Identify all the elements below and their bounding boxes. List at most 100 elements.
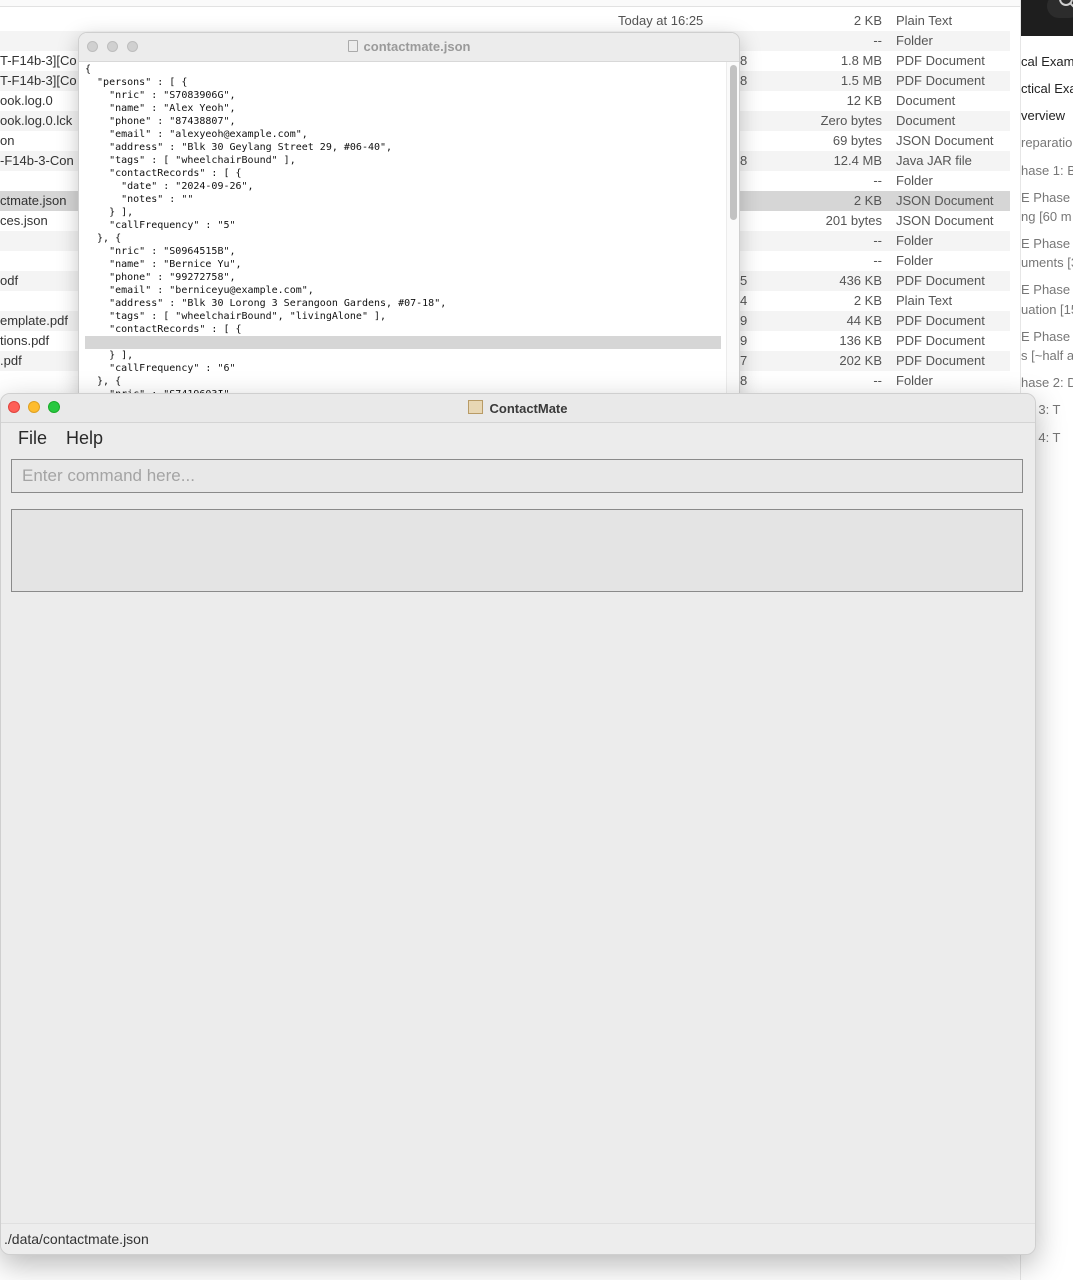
- file-kind: Folder: [896, 253, 933, 268]
- file-kind: Document: [896, 113, 956, 128]
- code-line: {: [85, 64, 92, 75]
- code-line: "tags" : [ "wheelchairBound", "livingAlo…: [85, 311, 387, 322]
- outline-item[interactable]: s [~half a: [1021, 348, 1073, 363]
- code-line: "email" : "alexyeoh@example.com",: [85, 129, 308, 140]
- scrollbar-thumb[interactable]: [730, 65, 737, 220]
- code-line: "callFrequency" : "5": [85, 220, 236, 231]
- code-line: "address" : "Blk 30 Lorong 3 Serangoon G…: [85, 298, 447, 309]
- file-size: 202 KB: [839, 353, 882, 368]
- code-line: [85, 336, 721, 349]
- file-date-fragment: 5: [740, 273, 748, 288]
- code-line: } ],: [85, 350, 134, 361]
- search-button[interactable]: [1047, 0, 1073, 18]
- file-size: 201 bytes: [825, 213, 882, 228]
- code-line: "nric" : "S7083906G",: [85, 90, 236, 101]
- file-date-fragment: 9: [740, 313, 748, 328]
- file-date-fragment: 8: [740, 73, 748, 88]
- outline-item[interactable]: E Phase 1: [1021, 329, 1073, 344]
- file-name: ces.json: [0, 213, 48, 228]
- file-row[interactable]: Today at 16:25 2 KB Plain Text: [0, 11, 1010, 31]
- file-kind: Folder: [896, 173, 933, 188]
- code-line: "nric" : "S0964515B",: [85, 246, 236, 257]
- outline-item[interactable]: hase 1: B: [1021, 163, 1073, 178]
- file-name: T-F14b-3][Co: [0, 53, 77, 68]
- code-line: "name" : "Bernice Yu",: [85, 259, 242, 270]
- file-size: --: [873, 253, 882, 268]
- code-line: "date" : "2024-09-26",: [85, 181, 254, 192]
- file-kind: PDF Document: [896, 353, 985, 368]
- finder-header-strip: [0, 0, 1020, 7]
- file-name: ook.log.0: [0, 93, 53, 108]
- menu-help[interactable]: Help: [66, 428, 103, 449]
- file-kind: Folder: [896, 33, 933, 48]
- file-name: tions.pdf: [0, 333, 50, 348]
- result-display: [11, 509, 1023, 592]
- file-kind: JSON Document: [896, 213, 994, 228]
- file-size: 1.5 MB: [840, 73, 882, 88]
- file-kind: Folder: [896, 233, 933, 248]
- file-kind: PDF Document: [896, 313, 985, 328]
- file-date-fragment: 8: [740, 153, 748, 168]
- outline-item[interactable]: hase 2: D: [1021, 375, 1073, 390]
- file-name: .pdf: [0, 353, 22, 368]
- code-line: "phone" : "99272758",: [85, 272, 236, 283]
- menu-bar: File Help: [1, 423, 1035, 453]
- code-line: "persons" : [ {: [85, 77, 188, 88]
- outline-item[interactable]: ng [60 m: [1021, 209, 1073, 224]
- document-icon: [347, 40, 358, 52]
- outline-item[interactable]: E Phase 1: [1021, 282, 1073, 297]
- file-size: --: [873, 173, 882, 188]
- contactmate-window: ContactMate File Help ./data/contactmate…: [0, 393, 1036, 1255]
- code-line: }, {: [85, 233, 122, 244]
- file-size: 12 KB: [846, 93, 882, 108]
- outline-item[interactable]: E Phase 1: [1021, 236, 1073, 251]
- code-line: "contactRecords" : [ {: [85, 324, 242, 335]
- menu-file[interactable]: File: [18, 428, 47, 449]
- side-pane-toolbar: [1021, 0, 1073, 36]
- file-kind: Folder: [896, 373, 933, 388]
- window-title: ContactMate: [1, 400, 1035, 416]
- file-size: Zero bytes: [820, 113, 882, 128]
- file-size: --: [873, 33, 882, 48]
- file-name: ook.log.0.lck: [0, 113, 73, 128]
- file-size: 1.8 MB: [840, 53, 882, 68]
- outline-item[interactable]: ctical Exa: [1021, 81, 1073, 96]
- file-name: -F14b-3-Con: [0, 153, 74, 168]
- contactmate-titlebar[interactable]: ContactMate: [1, 394, 1035, 423]
- outline-item[interactable]: reparatio: [1021, 135, 1073, 150]
- json-text-content[interactable]: { "persons" : [ { "nric" : "S7083906G", …: [85, 63, 725, 399]
- file-kind: Java JAR file: [896, 153, 972, 168]
- file-name: T-F14b-3][Co: [0, 73, 77, 88]
- outline-item[interactable]: verview: [1021, 108, 1073, 123]
- file-size: 2 KB: [853, 293, 882, 308]
- file-date-fragment: 8: [740, 373, 748, 388]
- file-size: 12.4 MB: [833, 153, 882, 168]
- outline-item[interactable]: uments [3: [1021, 255, 1073, 270]
- json-window-title-text: contactmate.json: [363, 39, 471, 54]
- outline-item[interactable]: E Phase 1: [1021, 190, 1073, 205]
- command-input[interactable]: [11, 459, 1023, 493]
- file-kind: PDF Document: [896, 53, 985, 68]
- file-kind: PDF Document: [896, 73, 985, 88]
- file-kind: Plain Text: [896, 293, 953, 308]
- file-name: odf: [0, 273, 19, 288]
- status-bar: ./data/contactmate.json: [1, 1223, 1035, 1254]
- file-size: --: [873, 373, 882, 388]
- outline-item[interactable]: uation [15: [1021, 302, 1073, 317]
- file-kind: Plain Text: [896, 13, 953, 28]
- file-kind: PDF Document: [896, 333, 985, 348]
- file-kind: Document: [896, 93, 956, 108]
- code-line: "name" : "Alex Yeoh",: [85, 103, 236, 114]
- code-line: "tags" : [ "wheelchairBound" ],: [85, 155, 296, 166]
- code-line: "notes" : "": [85, 194, 194, 205]
- file-size: 436 KB: [839, 273, 882, 288]
- outline-item[interactable]: cal Exam: [1021, 54, 1073, 69]
- file-size: 2 KB: [853, 13, 882, 28]
- code-line: "phone" : "87438807",: [85, 116, 236, 127]
- json-window-titlebar[interactable]: contactmate.json: [79, 33, 739, 62]
- file-size: --: [873, 233, 882, 248]
- json-text-window: contactmate.json { "persons" : [ { "nric…: [78, 32, 740, 400]
- code-line: }, {: [85, 376, 122, 387]
- save-location-path: ./data/contactmate.json: [4, 1231, 149, 1247]
- file-size: 69 bytes: [832, 133, 882, 148]
